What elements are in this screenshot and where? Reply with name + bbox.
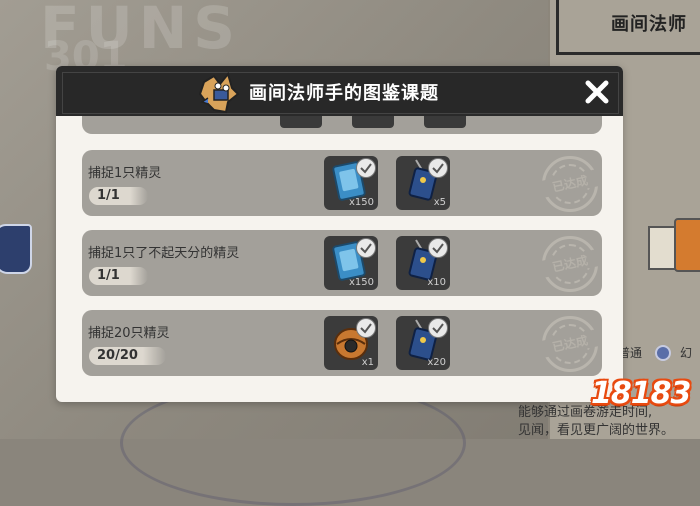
claimed-check-icon: [428, 238, 448, 258]
task-progress: 1/1: [89, 267, 148, 285]
reward-item[interactable]: x5: [396, 156, 450, 210]
background-legend-dot-icon: [655, 345, 671, 361]
background-creature-left: [0, 224, 32, 274]
task-row: 捕捉1只精灵 1/1 x150 x5 已达成: [82, 150, 602, 216]
task-row: 捕捉1只了不起天分的精灵 1/1 x150 x10 已达成: [82, 230, 602, 296]
reward-item[interactable]: x1: [324, 316, 378, 370]
reward-item[interactable]: x150: [324, 156, 378, 210]
site-watermark-logo: 18183: [591, 376, 695, 412]
mascot-icon: [198, 72, 240, 114]
task-label: 捕捉1只了不起天分的精灵: [88, 246, 240, 261]
background-description-line: 见闻，看见更广阔的世界。: [518, 423, 675, 438]
claimed-check-icon: [428, 318, 448, 338]
task-label: 捕捉1只精灵: [88, 166, 162, 181]
reward-slot-partial: [352, 116, 394, 128]
reward-quantity: x1: [361, 357, 374, 368]
claimed-check-icon: [356, 238, 376, 258]
reward-slot-partial: [424, 116, 466, 128]
reward-item[interactable]: x10: [396, 236, 450, 290]
watermark-text: 18183: [591, 376, 691, 411]
reward-quantity: x150: [348, 197, 374, 208]
background-character-right: [628, 218, 700, 272]
reward-item[interactable]: x150: [324, 236, 378, 290]
background-legend-illusion: 幻: [680, 346, 693, 360]
task-row-partial: [82, 116, 602, 134]
codex-task-modal: 画间法师手的图鉴课题 捕捉1只精灵 1/1 x150 x5 已达成 捕捉1只了不…: [56, 66, 623, 402]
close-button[interactable]: [583, 78, 611, 106]
modal-header: 画间法师手的图鉴课题: [56, 66, 623, 120]
reward-quantity: x10: [427, 277, 446, 288]
modal-title: 画间法师手的图鉴课题: [249, 83, 439, 104]
claimed-check-icon: [356, 318, 376, 338]
reward-slot-partial: [280, 116, 322, 128]
reward-quantity: x20: [427, 357, 446, 368]
task-row: 捕捉20只精灵 20/20 x1 x20 已达成: [82, 310, 602, 376]
task-progress: 20/20: [89, 347, 166, 365]
completed-stamp: 已达成: [539, 236, 601, 292]
task-progress: 1/1: [89, 187, 148, 205]
background-panel-title: 画间法师: [611, 14, 687, 35]
claimed-check-icon: [356, 158, 376, 178]
claimed-check-icon: [428, 158, 448, 178]
task-label: 捕捉20只精灵: [88, 326, 170, 341]
reward-quantity: x150: [348, 277, 374, 288]
reward-item[interactable]: x20: [396, 316, 450, 370]
completed-stamp: 已达成: [539, 156, 601, 212]
completed-stamp: 已达成: [539, 316, 601, 372]
reward-quantity: x5: [433, 197, 446, 208]
